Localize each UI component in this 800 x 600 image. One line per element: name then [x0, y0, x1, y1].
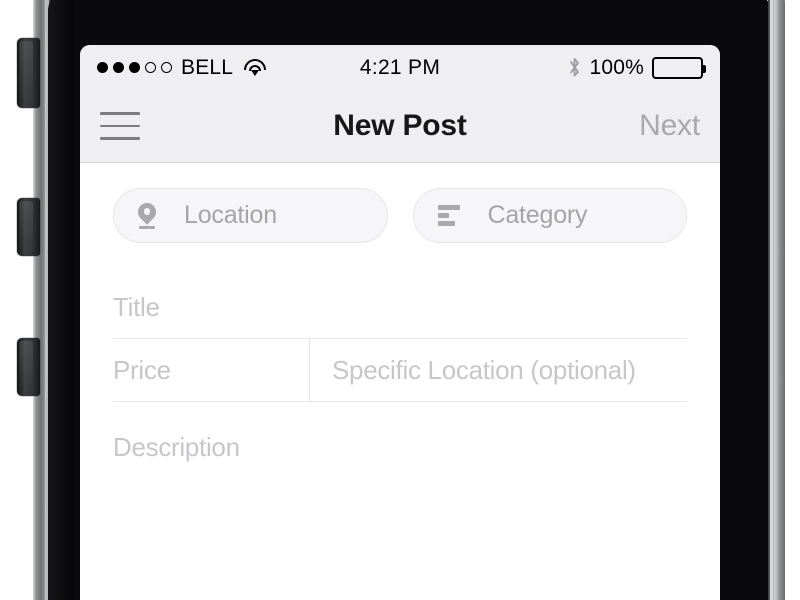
navigation-bar: New Post Next [80, 90, 720, 163]
device-right-edge-highlight [770, 0, 773, 600]
description-placeholder: Description [113, 432, 240, 462]
title-input[interactable]: Title [113, 276, 687, 339]
page-title: New Post [333, 109, 467, 142]
battery-icon [652, 56, 706, 79]
status-bar-left: BELL [97, 56, 266, 80]
new-post-form: Location Category Title Price Specific L… [80, 163, 720, 600]
hamburger-menu-icon[interactable] [100, 110, 140, 142]
bluetooth-icon [568, 57, 581, 78]
device-body-sheen [48, 0, 74, 600]
price-input[interactable]: Price [113, 339, 309, 402]
phone-device-frame: BELL 4:21 PM 100% New Post Next Location… [17, 0, 785, 600]
chip-row: Location Category [113, 163, 687, 243]
status-bar: BELL 4:21 PM 100% [80, 45, 720, 90]
category-list-icon [437, 205, 460, 226]
specific-location-placeholder: Specific Location (optional) [332, 355, 636, 385]
volume-down-button[interactable] [17, 338, 40, 396]
status-bar-right: 100% [568, 55, 706, 80]
wifi-icon [243, 59, 266, 76]
silent-switch[interactable] [17, 38, 40, 108]
price-location-row: Price Specific Location (optional) [113, 339, 687, 402]
description-input[interactable]: Description [113, 402, 687, 463]
category-chip-label: Category [487, 201, 588, 229]
price-placeholder: Price [113, 355, 171, 385]
location-chip-button[interactable]: Location [113, 188, 388, 243]
specific-location-input[interactable]: Specific Location (optional) [309, 339, 687, 402]
battery-percent-label: 100% [589, 55, 644, 79]
next-button[interactable]: Next [639, 109, 700, 143]
map-pin-icon [134, 198, 160, 229]
volume-up-button[interactable] [17, 198, 40, 256]
location-chip-label: Location [184, 201, 277, 229]
phone-screen: BELL 4:21 PM 100% New Post Next Location… [80, 45, 720, 600]
carrier-name: BELL [181, 55, 234, 79]
signal-strength-icon [97, 62, 172, 73]
title-placeholder: Title [113, 291, 160, 322]
category-chip-button[interactable]: Category [412, 188, 687, 243]
